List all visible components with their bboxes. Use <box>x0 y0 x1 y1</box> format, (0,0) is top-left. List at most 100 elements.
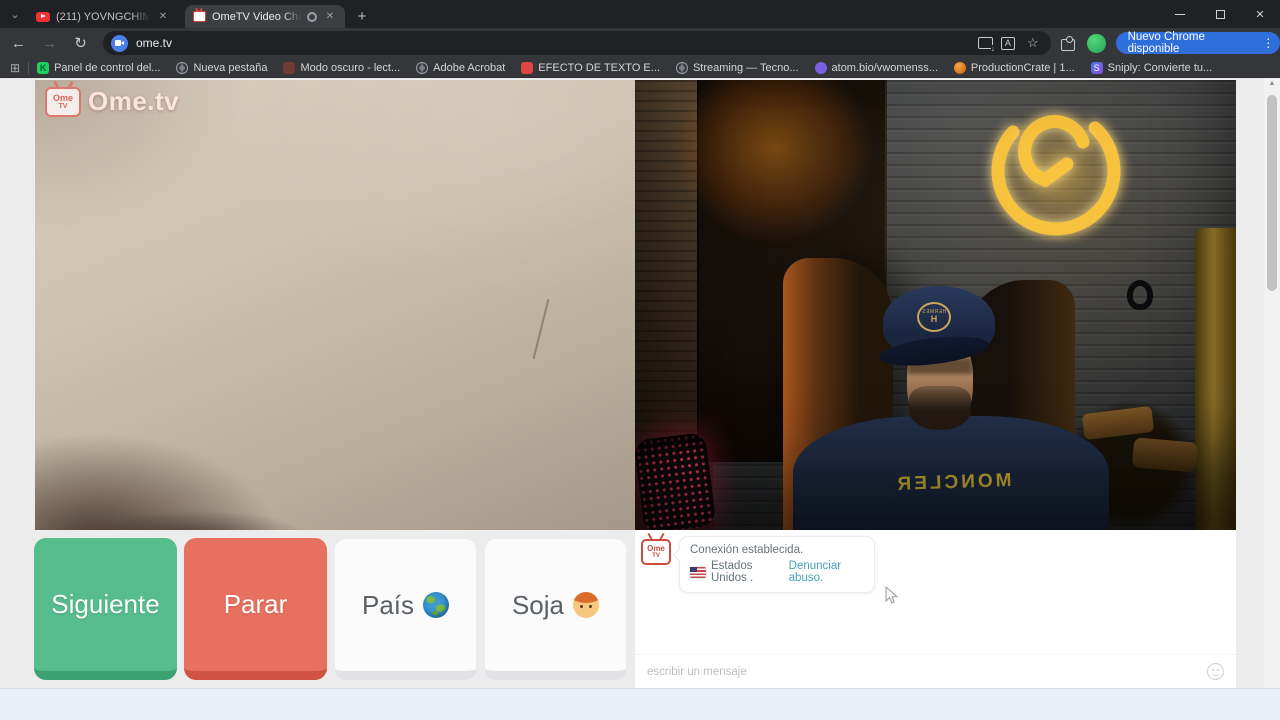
connection-status-text: Conexión establecida. <box>690 544 804 556</box>
browser-toolbar: ← → ↻ ome.tv A ☆ Nuevo Chrome disponible… <box>0 28 1280 58</box>
bookmark-label: EFECTO DE TEXTO E... <box>538 61 660 74</box>
bookmark-star-icon[interactable]: ☆ <box>1023 35 1043 51</box>
chat-panel: Ome TV Conexión establecida. Estados Uni… <box>635 530 1236 688</box>
logo-badge-text: Ome <box>52 92 73 103</box>
translate-icon[interactable]: A <box>1000 36 1015 50</box>
tab-title: OmeTV Video Chat — Alte <box>212 10 301 23</box>
ometv-favicon <box>193 11 206 22</box>
darkmode-favicon <box>283 61 296 74</box>
ometv-page: MONCLER HERMES H Ome TV Ome.tv Siguiente <box>0 78 1280 688</box>
next-button-label: Siguiente <box>51 589 160 619</box>
stop-button-label: Parar <box>223 589 288 619</box>
ometv-wordmark: Ome.tv <box>88 86 180 116</box>
tab-close-icon[interactable]: ✕ <box>156 10 170 24</box>
mouse-cursor <box>884 585 899 611</box>
maximize-icon <box>1215 9 1225 19</box>
window-controls: ✕ <box>1160 0 1280 28</box>
forward-button[interactable]: → <box>37 30 62 56</box>
globe-emoji-icon <box>423 592 450 618</box>
tab-list-chevron-icon[interactable]: ⌄ <box>6 6 24 22</box>
bookmark-label: Sniply: Convierte tu... <box>1107 61 1213 74</box>
page-scrollbar[interactable]: ▲ <box>1264 78 1280 688</box>
bookmark-item[interactable]: Modo oscuro - lect... <box>283 61 401 74</box>
scrollbar-thumb[interactable] <box>1267 95 1277 291</box>
apps-grid-icon[interactable]: ⊞ <box>10 61 20 75</box>
bookmark-label: Panel de control del... <box>54 61 161 74</box>
bookmark-item[interactable]: Streaming — Tecno... <box>675 61 799 74</box>
menu-kebab-icon[interactable]: ⋮ <box>1261 36 1276 50</box>
youtube-favicon <box>36 11 50 22</box>
extensions-puzzle-icon[interactable] <box>1060 35 1076 51</box>
chat-message-input[interactable] <box>647 665 1207 678</box>
bookmark-item[interactable]: Nueva pestaña <box>176 61 267 74</box>
close-icon: ✕ <box>1255 8 1265 21</box>
new-tab-button[interactable]: + <box>352 6 372 26</box>
chrome-update-button[interactable]: Nuevo Chrome disponible ⋮ <box>1115 31 1280 55</box>
gender-button-label: Soja <box>511 589 565 620</box>
windows-taskbar: Buscar 9+ Ps 1 22°C Lluvia ligera <box>0 688 1280 720</box>
url-text[interactable]: ome.tv <box>136 36 970 50</box>
save-to-device-icon[interactable] <box>977 37 995 53</box>
camera-in-use-indicator-icon <box>307 11 317 22</box>
avatar-badge-text: TV <box>652 553 660 559</box>
tab-ometv[interactable]: OmeTV Video Chat — Alte ✕ <box>185 5 345 28</box>
scrollbar-up-arrow-icon[interactable]: ▲ <box>1264 80 1280 87</box>
wall-crack <box>532 298 550 360</box>
bookmarks-separator <box>28 61 30 74</box>
local-video-feed <box>35 80 635 530</box>
bookmark-item[interactable]: Adobe Acrobat <box>416 61 506 74</box>
address-bar[interactable]: ome.tv A ☆ <box>103 31 1051 55</box>
browser-titlebar: ⌄ (211) YOVNGCHIMI x Lunay - B ✕ OmeTV V… <box>0 0 1280 28</box>
globe-favicon <box>416 61 429 74</box>
bookmark-item[interactable]: atom.bio/vwomenss... <box>814 61 938 74</box>
next-button[interactable]: Siguiente <box>34 538 177 680</box>
bookmark-label: Streaming — Tecno... <box>692 61 799 74</box>
chrome-update-label: Nuevo Chrome disponible <box>1127 31 1205 55</box>
maximize-button[interactable] <box>1200 0 1240 28</box>
bookmarks-bar: ⊞ Panel de control del... Nueva pestaña … <box>0 58 1280 78</box>
gender-filter-button[interactable]: Soja <box>484 538 627 680</box>
us-flag-icon <box>690 566 706 578</box>
sniply-favicon <box>1090 61 1103 74</box>
peer-country-text: Estados Unidos . <box>711 560 754 584</box>
back-button[interactable]: ← <box>6 30 31 56</box>
vignette <box>635 80 1236 530</box>
remote-video-feed: MONCLER HERMES H <box>635 80 1236 530</box>
country-button-label: País <box>361 589 415 620</box>
bookmark-label: Adobe Acrobat <box>433 61 506 74</box>
minimize-icon <box>1175 13 1185 15</box>
bookmark-item[interactable]: EFECTO DE TEXTO E... <box>521 61 660 74</box>
text-effect-favicon <box>521 61 534 74</box>
site-camera-badge-icon[interactable] <box>111 34 128 52</box>
dark-blur <box>95 498 355 530</box>
bookmark-label: ProductionCrate | 1... <box>970 61 1075 74</box>
report-abuse-link[interactable]: Denunciar abuso. <box>789 560 864 584</box>
bookmark-label: atom.bio/vwomenss... <box>831 61 938 74</box>
globe-favicon <box>176 61 189 74</box>
bookmark-item[interactable]: Sniply: Convierte tu... <box>1090 61 1213 74</box>
tab-youtube[interactable]: (211) YOVNGCHIMI x Lunay - B ✕ <box>28 5 178 28</box>
minimize-button[interactable] <box>1160 0 1200 28</box>
productioncrate-favicon <box>953 61 966 74</box>
emoji-smiley-icon[interactable] <box>1207 663 1224 680</box>
system-message-bubble: Conexión establecida. Estados Unidos . D… <box>679 536 875 593</box>
logo-badge-text: TV <box>58 102 68 110</box>
boy-emoji-icon <box>573 592 600 618</box>
close-button[interactable]: ✕ <box>1240 0 1280 28</box>
tab-close-icon[interactable]: ✕ <box>323 10 337 24</box>
avatar-badge-text: Ome <box>647 544 665 553</box>
kick-favicon <box>37 61 50 74</box>
bookmark-item[interactable]: Panel de control del... <box>37 61 161 74</box>
ometv-chat-avatar-icon: Ome TV <box>641 539 671 565</box>
tab-title: (211) YOVNGCHIMI x Lunay - B <box>56 10 150 23</box>
bookmark-label: Modo oscuro - lect... <box>300 61 401 74</box>
profile-avatar[interactable] <box>1087 33 1106 53</box>
globe-favicon <box>675 61 688 74</box>
reload-button[interactable]: ↻ <box>68 30 93 56</box>
ometv-tv-icon: Ome TV <box>45 86 81 117</box>
bookmark-item[interactable]: ProductionCrate | 1... <box>953 61 1075 74</box>
chat-input-row <box>635 654 1236 688</box>
country-filter-button[interactable]: País <box>334 538 477 680</box>
stop-button[interactable]: Parar <box>184 538 327 680</box>
ometv-logo: Ome TV Ome.tv <box>45 86 179 117</box>
